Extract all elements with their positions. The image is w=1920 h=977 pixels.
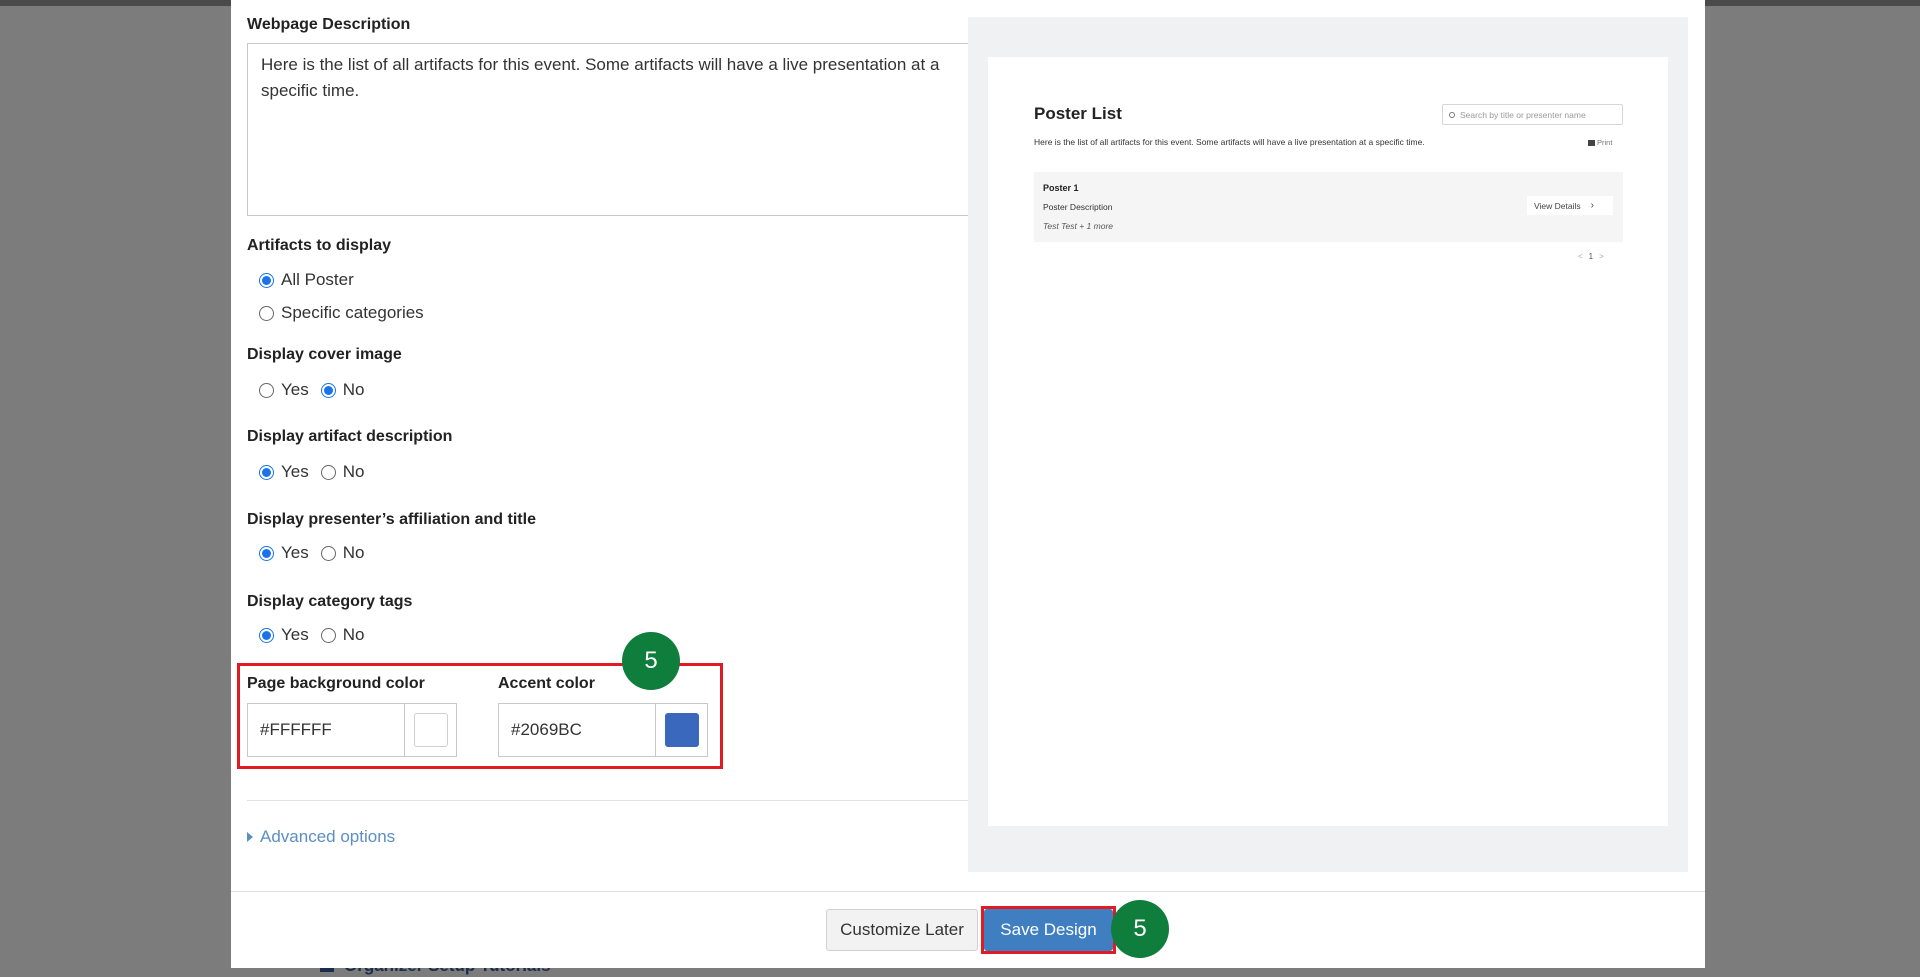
category-tags-yes-radio[interactable] (259, 627, 274, 643)
webpage-description-label: Webpage Description (247, 16, 411, 33)
preview-card-title: Poster 1 (1043, 183, 1079, 193)
category-tags-options: Yes No (259, 625, 376, 645)
radio-specific-categories-control[interactable] (259, 305, 274, 321)
preview-view-details-button: View Details › (1527, 196, 1613, 215)
presenter-affiliation-options: Yes No (259, 543, 376, 563)
step-badge-colors: 5 (622, 632, 680, 690)
artifact-description-options: Yes No (259, 462, 376, 482)
radio-all-poster[interactable]: All Poster (259, 270, 354, 290)
preview-page: Poster List Search by title or presenter… (988, 57, 1668, 826)
radio-all-poster-control[interactable] (259, 272, 274, 288)
artifact-description-yes-radio[interactable] (259, 464, 274, 480)
presenter-affiliation-yes-radio[interactable] (259, 545, 274, 561)
preview-card-description: Poster Description (1043, 202, 1113, 212)
display-presenter-affiliation-label: Display presenter’s affiliation and titl… (247, 511, 536, 528)
cover-image-yes-radio[interactable] (259, 382, 274, 398)
display-category-tags-label: Display category tags (247, 593, 413, 610)
preview-print-link: Print (1588, 138, 1612, 147)
customize-later-button[interactable]: Customize Later (826, 909, 978, 951)
presenter-affiliation-no[interactable]: No (320, 543, 364, 563)
artifact-description-no-radio[interactable] (320, 464, 336, 480)
category-tags-yes[interactable]: Yes (259, 625, 309, 645)
cover-image-no[interactable]: No (320, 380, 364, 400)
radio-specific-categories[interactable]: Specific categories (259, 303, 424, 323)
cover-image-options: Yes No (259, 380, 376, 400)
printer-icon (1588, 140, 1595, 146)
chevron-right-icon: › (1590, 200, 1594, 211)
preview-title: Poster List (1034, 104, 1122, 123)
preview-card-presenters: Test Test + 1 more (1043, 221, 1114, 231)
form-divider (247, 800, 970, 801)
preview-poster-card: Poster 1 Poster Description Test Test + … (1034, 172, 1623, 242)
artifact-description-yes[interactable]: Yes (259, 462, 309, 482)
cover-image-yes[interactable]: Yes (259, 380, 309, 400)
preview-description: Here is the list of all artifacts for th… (1034, 137, 1425, 147)
display-artifact-description-label: Display artifact description (247, 428, 453, 445)
cover-image-no-radio[interactable] (320, 382, 336, 398)
presenter-affiliation-no-radio[interactable] (320, 545, 336, 561)
step-badge-save: 5 (1111, 900, 1169, 958)
preview-search-box: Search by title or presenter name (1442, 104, 1623, 125)
save-highlight-box (981, 906, 1116, 954)
category-tags-no-radio[interactable] (320, 627, 336, 643)
advanced-options-toggle[interactable]: Advanced options (247, 827, 395, 847)
caret-right-icon (247, 832, 253, 842)
webpage-description-textarea[interactable]: Here is the list of all artifacts for th… (247, 43, 970, 216)
design-preview-panel: Poster List Search by title or presenter… (968, 17, 1688, 872)
footer-divider (231, 891, 1705, 892)
artifacts-to-display-label: Artifacts to display (247, 237, 392, 254)
customize-design-modal: Webpage Description Here is the list of … (231, 0, 1705, 968)
search-icon (1449, 111, 1455, 118)
category-tags-no[interactable]: No (320, 625, 364, 645)
presenter-affiliation-yes[interactable]: Yes (259, 543, 309, 563)
preview-pagination: <1 > (1578, 252, 1604, 261)
display-cover-image-label: Display cover image (247, 346, 402, 363)
artifact-description-no[interactable]: No (320, 462, 364, 482)
